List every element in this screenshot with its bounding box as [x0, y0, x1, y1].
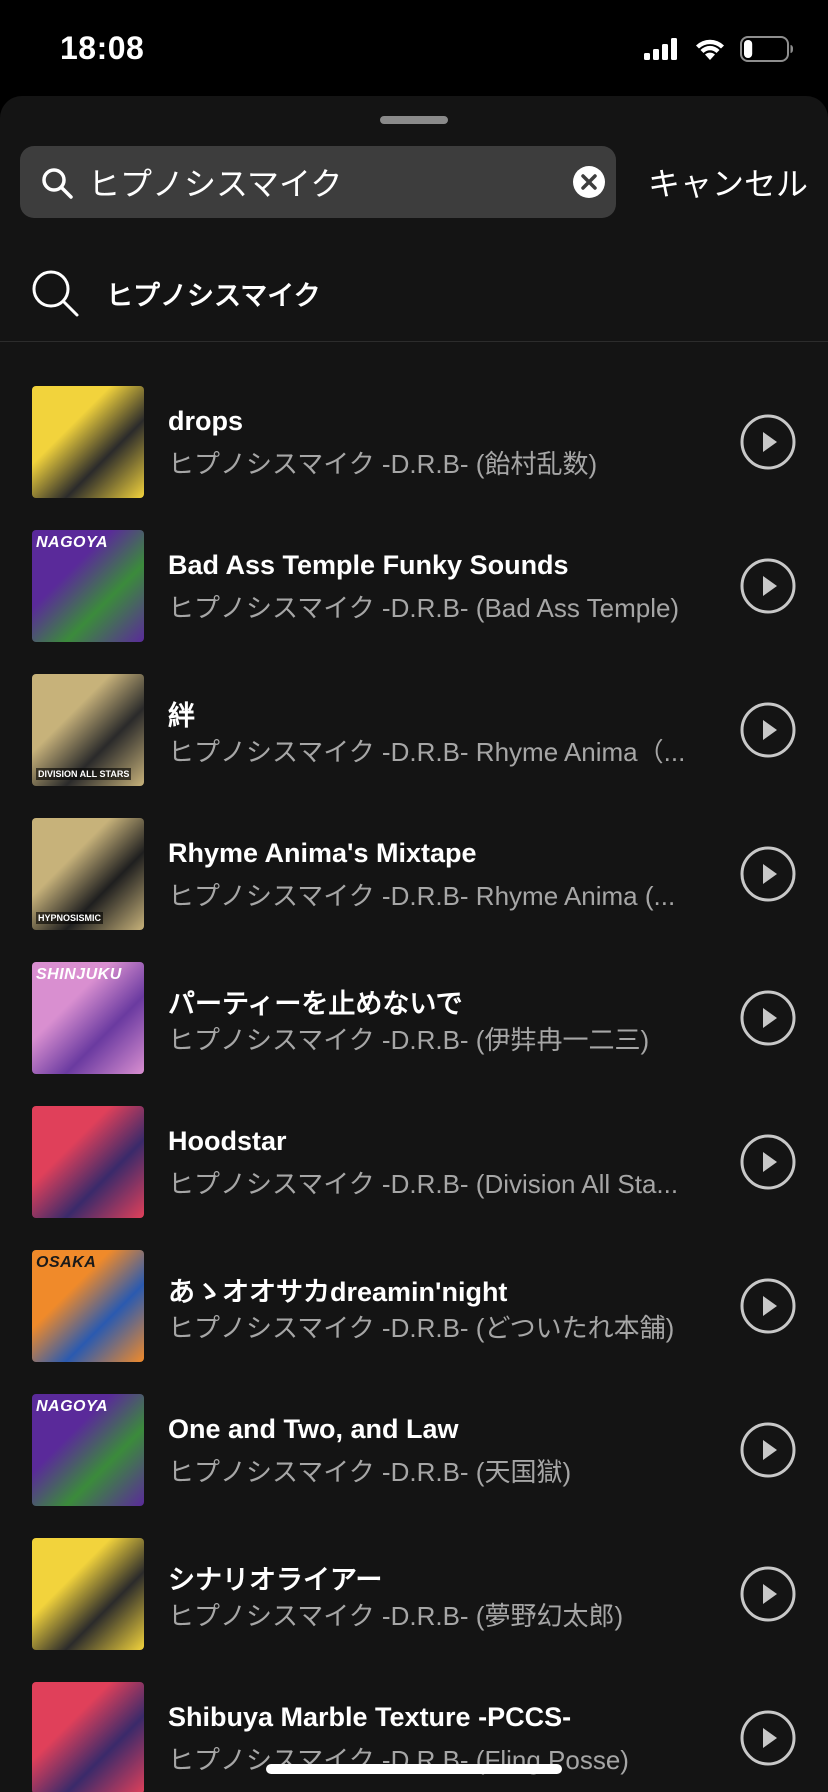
- track-title: あゝオオサカdreamin'night: [168, 1277, 508, 1307]
- track-artist: ヒプノシスマイク -D.R.B- (どついたれ本舗): [168, 1313, 675, 1343]
- sheet-grabber[interactable]: [380, 116, 448, 124]
- track-title: 絆: [168, 701, 195, 731]
- track-artist: ヒプノシスマイク -D.R.B- Rhyme Anima (...: [168, 881, 676, 911]
- track-row[interactable]: Hoodstar ヒプノシスマイク -D.R.B- (Division All S…: [0, 1098, 828, 1242]
- album-art: HYPNOSISMIC: [32, 818, 144, 930]
- play-icon[interactable]: [740, 1422, 796, 1478]
- search-input[interactable]: [88, 146, 548, 218]
- album-art-label: OSAKA: [36, 1254, 97, 1271]
- album-art: [32, 1106, 144, 1218]
- track-row[interactable]: OSAKA あゝオオサカdreamin'night ヒプノシスマイク -D.R.B-…: [0, 1242, 828, 1386]
- status-bar: 18:08: [0, 0, 828, 96]
- track-row[interactable]: drops ヒプノシスマイク -D.R.B- (飴村乱数): [0, 378, 828, 522]
- cellular-signal-icon: [644, 38, 677, 60]
- album-art-label: NAGOYA: [36, 534, 109, 551]
- clear-icon[interactable]: [572, 165, 606, 199]
- track-row[interactable]: シナリオライアーヒプノシスマイク -D.R.B- (夢野幻太郎): [0, 1530, 828, 1674]
- search-icon: [32, 270, 79, 316]
- play-icon[interactable]: [740, 1278, 796, 1334]
- album-art-label: NAGOYA: [36, 1398, 109, 1415]
- search-field[interactable]: [20, 146, 616, 218]
- track-title: パーティーを止めないで: [168, 989, 463, 1019]
- track-artist: ヒプノシスマイク -D.R.B- (Division All Sta...: [168, 1169, 679, 1199]
- track-row[interactable]: SHINJUKU パーティーを止めないでヒプノシスマイク -D.R.B- (伊弉冉…: [0, 954, 828, 1098]
- track-row[interactable]: DIVISION ALL STARS 絆ヒプノシスマイク -D.R.B- Rhym…: [0, 666, 828, 810]
- track-row[interactable]: HYPNOSISMIC Rhyme Anima's Mixtape ヒプノシスマイク…: [0, 810, 828, 954]
- track-title: Rhyme Anima's Mixtape: [168, 838, 477, 868]
- album-art: SHINJUKU: [32, 962, 144, 1074]
- play-icon[interactable]: [740, 846, 796, 902]
- track-row[interactable]: NAGOYA One and Two, and Law ヒプノシスマイク -D.R.…: [0, 1386, 828, 1530]
- play-icon[interactable]: [740, 990, 796, 1046]
- album-art-label: HYPNOSISMIC: [36, 912, 104, 924]
- search-suggestion[interactable]: ヒプノシスマイク: [0, 246, 828, 342]
- album-art: DIVISION ALL STARS: [32, 674, 144, 786]
- album-art: NAGOYA: [32, 1394, 144, 1506]
- suggestion-text: ヒプノシスマイク: [106, 281, 321, 311]
- play-icon[interactable]: [740, 1134, 796, 1190]
- play-icon[interactable]: [740, 558, 796, 614]
- cancel-button[interactable]: キャンセル: [648, 146, 808, 218]
- search-icon: [42, 168, 73, 199]
- album-art: OSAKA: [32, 1250, 144, 1362]
- track-row[interactable]: NAGOYA Bad Ass Temple Funky Sounds ヒプノシスマイ…: [0, 522, 828, 666]
- play-icon[interactable]: [740, 1710, 796, 1766]
- play-icon[interactable]: [740, 1566, 796, 1622]
- album-art: [32, 386, 144, 498]
- track-title: Hoodstar: [168, 1126, 287, 1156]
- status-time: 18:08: [60, 30, 145, 66]
- album-art: NAGOYA: [32, 530, 144, 642]
- wifi-icon: [696, 39, 724, 60]
- status-icons: [644, 36, 794, 62]
- track-title: シナリオライアー: [168, 1565, 383, 1595]
- track-title: One and Two, and Law: [168, 1414, 459, 1444]
- play-icon[interactable]: [740, 414, 796, 470]
- track-title: Bad Ass Temple Funky Sounds: [168, 550, 569, 580]
- search-row: キャンセル: [20, 146, 808, 218]
- track-row[interactable]: Shibuya Marble Texture -PCCS- ヒプノシスマイク -D…: [0, 1674, 828, 1792]
- album-art-label: SHINJUKU: [36, 966, 122, 983]
- track-artist: ヒプノシスマイク -D.R.B- (伊弉冉一二三): [168, 1025, 650, 1055]
- track-artist: ヒプノシスマイク -D.R.B- (天国獄): [168, 1457, 572, 1487]
- album-art-label: DIVISION ALL STARS: [36, 768, 132, 780]
- track-artist: ヒプノシスマイク -D.R.B- (Bad Ass Temple): [168, 593, 680, 623]
- track-artist: ヒプノシスマイク -D.R.B- (夢野幻太郎): [168, 1601, 624, 1631]
- album-art: [32, 1538, 144, 1650]
- album-art: [32, 1682, 144, 1792]
- track-title: Shibuya Marble Texture -PCCS-: [168, 1702, 572, 1732]
- home-indicator[interactable]: [266, 1764, 562, 1774]
- results-list: drops ヒプノシスマイク -D.R.B- (飴村乱数) NAGOYA Bad As…: [0, 378, 828, 1792]
- track-artist: ヒプノシスマイク -D.R.B- Rhyme Anima（...: [168, 737, 686, 767]
- search-sheet: キャンセル ヒプノシスマイク drops ヒプノシスマイク -D.R.B- (飴村…: [0, 96, 828, 1792]
- track-title: drops: [168, 406, 244, 436]
- battery-icon: [740, 36, 793, 62]
- track-artist: ヒプノシスマイク -D.R.B- (飴村乱数): [168, 449, 598, 479]
- play-icon[interactable]: [740, 702, 796, 758]
